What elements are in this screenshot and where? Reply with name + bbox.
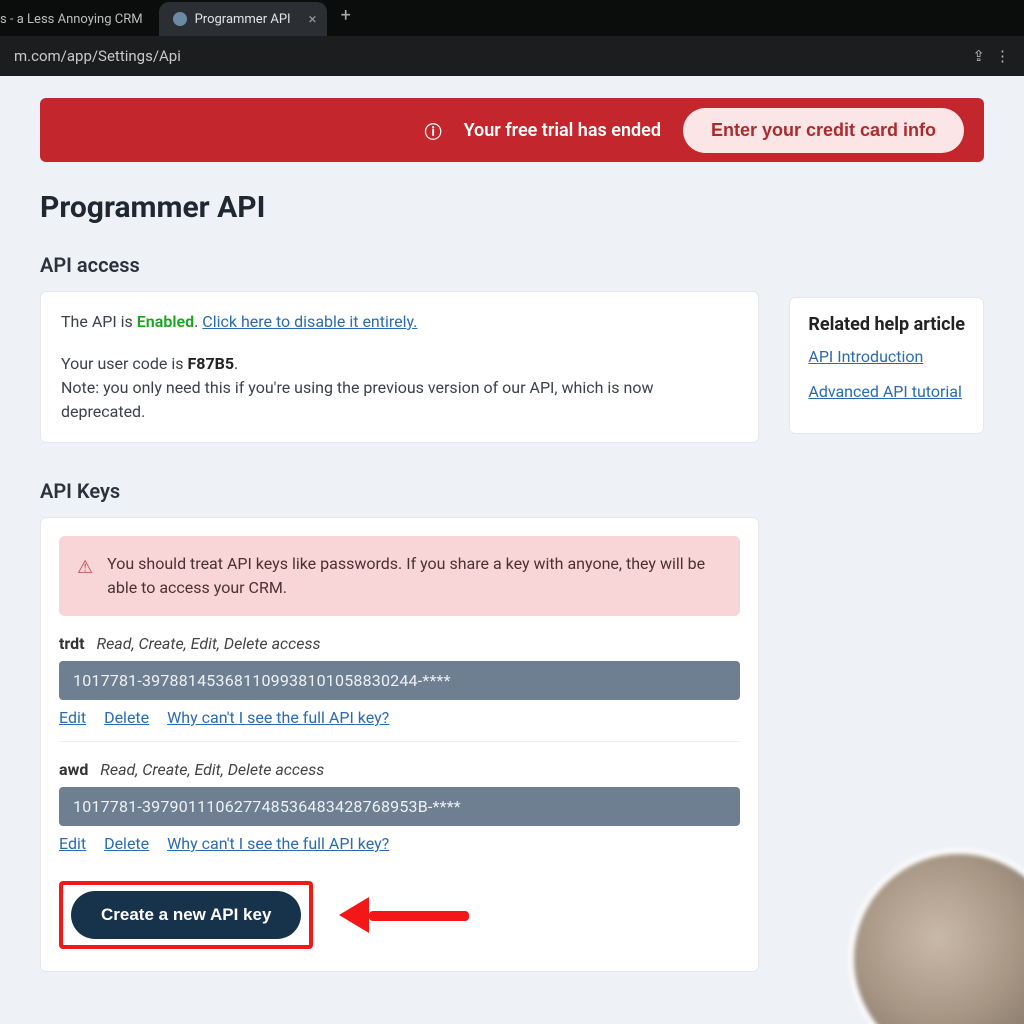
status-dot: . xyxy=(194,312,198,331)
divider xyxy=(59,741,740,742)
tab-title: s - a Less Annoying CRM xyxy=(0,12,143,27)
create-new-api-key-button[interactable]: Create a new API key xyxy=(71,891,301,939)
url-text[interactable]: m.com/app/Settings/Api xyxy=(14,47,181,65)
deprecation-note: Note: you only need this if you're using… xyxy=(61,376,738,424)
api-status-prefix: The API is xyxy=(61,312,137,331)
tab-crm[interactable]: s - a Less Annoying CRM xyxy=(0,2,157,36)
warning-icon: ⚠ xyxy=(77,554,93,600)
api-key-access: Read, Create, Edit, Delete access xyxy=(97,634,321,653)
edit-key-link[interactable]: Edit xyxy=(59,834,86,853)
api-key-access: Read, Create, Edit, Delete access xyxy=(100,760,324,779)
api-access-card: The API is Enabled. Click here to disabl… xyxy=(40,291,759,443)
page-body: ⓘ Your free trial has ended Enter your c… xyxy=(0,98,1024,972)
delete-key-link[interactable]: Delete xyxy=(104,708,149,727)
share-icon[interactable]: ⇪ xyxy=(972,47,985,65)
new-tab-button[interactable]: + xyxy=(329,5,363,32)
address-bar: m.com/app/Settings/Api ⇪ ⋮ xyxy=(0,36,1024,76)
enter-credit-card-button[interactable]: Enter your credit card info xyxy=(683,108,964,153)
why-key-link[interactable]: Why can't I see the full API key? xyxy=(167,834,389,853)
api-key-row: awd Read, Create, Edit, Delete access 10… xyxy=(59,760,740,853)
api-keys-heading: API Keys xyxy=(40,479,759,503)
api-key-value: 1017781-397881453681109938101058830244-*… xyxy=(59,661,740,700)
help-link-advanced-tutorial[interactable]: Advanced API tutorial xyxy=(808,382,965,401)
favicon-icon xyxy=(173,12,187,26)
user-code: F87B5 xyxy=(187,354,234,373)
related-help-title: Related help article xyxy=(808,314,965,335)
user-code-prefix: Your user code is xyxy=(61,354,187,373)
api-keys-warning: ⚠ You should treat API keys like passwor… xyxy=(59,536,740,616)
trial-message: Your free trial has ended xyxy=(464,120,661,141)
close-icon[interactable]: × xyxy=(309,10,317,28)
api-keys-card: ⚠ You should treat API keys like passwor… xyxy=(40,517,759,972)
edit-key-link[interactable]: Edit xyxy=(59,708,86,727)
browser-tab-strip: s - a Less Annoying CRM Programmer API ×… xyxy=(0,0,1024,36)
menu-icon[interactable]: ⋮ xyxy=(995,47,1010,65)
help-link-api-intro[interactable]: API Introduction xyxy=(808,347,965,366)
user-code-suffix: . xyxy=(234,354,238,373)
trial-ended-banner: ⓘ Your free trial has ended Enter your c… xyxy=(40,98,984,162)
why-key-link[interactable]: Why can't I see the full API key? xyxy=(167,708,389,727)
info-icon: ⓘ xyxy=(425,118,442,143)
api-status: Enabled xyxy=(137,312,194,331)
tab-programmer-api[interactable]: Programmer API × xyxy=(159,2,327,36)
api-key-name: awd xyxy=(59,760,88,779)
annotation-arrow-icon xyxy=(339,900,469,930)
page-title: Programmer API xyxy=(40,190,984,225)
api-key-value: 1017781-397901110627748536483428768953B-… xyxy=(59,787,740,826)
api-key-name: trdt xyxy=(59,634,85,653)
api-key-row: trdt Read, Create, Edit, Delete access 1… xyxy=(59,634,740,727)
api-access-heading: API access xyxy=(40,253,759,277)
related-help-card: Related help article API Introduction Ad… xyxy=(789,297,984,434)
annotation-highlight-box: Create a new API key xyxy=(59,881,313,949)
disable-api-link[interactable]: Click here to disable it entirely. xyxy=(202,312,417,331)
tab-title: Programmer API xyxy=(195,12,291,27)
warning-text: You should treat API keys like passwords… xyxy=(107,552,722,600)
delete-key-link[interactable]: Delete xyxy=(104,834,149,853)
